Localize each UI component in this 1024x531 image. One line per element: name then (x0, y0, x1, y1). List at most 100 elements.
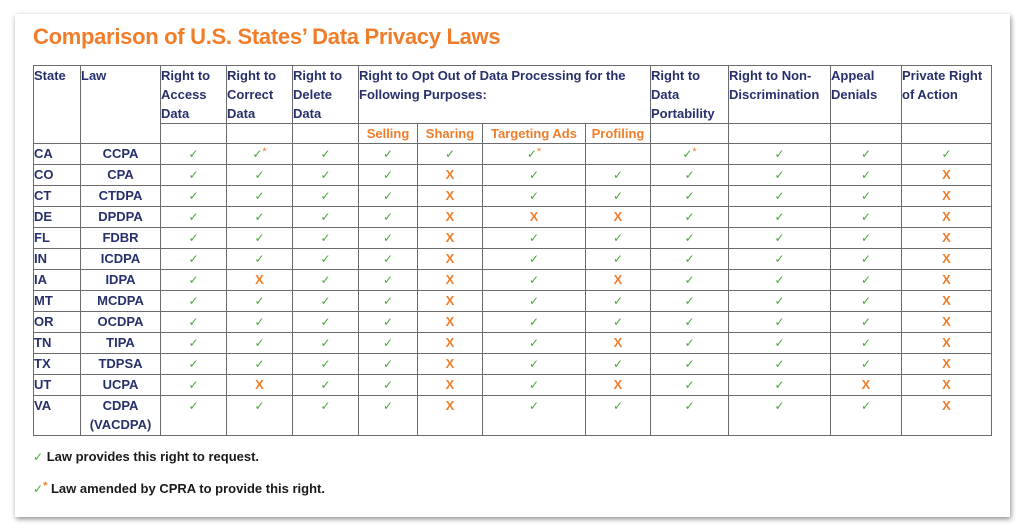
check-icon: ✓ (254, 315, 265, 329)
value-cell: X (901, 248, 993, 270)
check-icon: ✓ (382, 399, 394, 413)
check-icon: ✓ (382, 210, 394, 224)
check-icon: ✓ (188, 210, 199, 224)
value-cell: ✓ (226, 353, 293, 375)
state-cell: CO (33, 164, 81, 186)
value-cell: ✓ (292, 248, 359, 270)
check-icon: ✓ (254, 399, 265, 413)
check-icon: ✓ (320, 399, 331, 413)
check-icon: ✓ (684, 357, 695, 371)
value-cell: ✓ (830, 248, 903, 270)
value-cell: ✓ (584, 185, 652, 207)
value-cell: ✓ (292, 227, 359, 249)
value-cell: ✓ (830, 269, 903, 291)
value-cell: ✓ (830, 311, 903, 333)
x-icon: X (942, 251, 951, 266)
table-row: CO CPA ✓ ✓ ✓ ✓ X ✓ ✓ ✓ ✓ ✓ X (33, 164, 993, 186)
x-icon: X (942, 314, 951, 329)
value-cell: X (417, 395, 483, 436)
value-cell: ✓ (728, 269, 832, 291)
check-icon: ✓ (774, 252, 785, 266)
value-cell: ✓ (160, 332, 227, 354)
value-cell: ✓ (226, 164, 293, 186)
law-cell: UCPA (80, 374, 161, 396)
check-icon: ✓ (188, 252, 199, 266)
value-cell: ✓ (358, 353, 418, 375)
state-cell: FL (33, 227, 81, 249)
value-cell: X (901, 164, 993, 186)
check-icon: ✓ (320, 189, 331, 203)
x-icon: X (613, 209, 623, 224)
value-cell: X (226, 269, 293, 291)
law-cell: MCDPA (80, 290, 161, 312)
x-icon: X (942, 356, 951, 371)
value-cell: ✓ (650, 185, 730, 207)
check-icon: ✓ (860, 273, 872, 287)
check-icon: ✓ (774, 336, 785, 350)
header-delete: Right to Delete Data (292, 65, 359, 124)
check-icon: ✓ (774, 357, 785, 371)
check-icon: ✓ (382, 252, 394, 266)
value-cell: ✓ (728, 374, 832, 396)
check-icon: ✓ (254, 357, 265, 371)
law-cell: ICDPA (80, 248, 161, 270)
value-cell: ✓ (160, 185, 227, 207)
check-icon: ✓ (860, 399, 872, 413)
value-cell: ✓ (830, 206, 903, 228)
check-icon: ✓ (612, 294, 624, 308)
value-cell: ✓ (292, 374, 359, 396)
state-cell: TN (33, 332, 81, 354)
x-icon: X (942, 398, 951, 413)
state-cell: VA (33, 395, 81, 436)
header-portability: Right to Data Portability (650, 65, 730, 124)
check-icon: ✓ (526, 147, 537, 161)
legend-amended: ✓* Law amended by CPRA to provide this r… (33, 480, 325, 496)
value-cell: ✓ (358, 206, 418, 228)
x-icon: X (445, 335, 455, 350)
value-cell: ✓ (160, 206, 227, 228)
x-icon: X (613, 377, 623, 392)
value-cell: ✓ (358, 332, 418, 354)
check-icon: ✓ (684, 273, 695, 287)
law-cell: CPA (80, 164, 161, 186)
check-icon: ✓ (860, 252, 872, 266)
value-cell: ✓ (728, 395, 832, 436)
x-icon: X (255, 272, 264, 287)
value-cell: X (901, 374, 993, 396)
value-cell: X (901, 227, 993, 249)
value-cell: ✓ (482, 248, 586, 270)
law-cell: IDPA (80, 269, 161, 291)
header-correct: Right to Correct Data (226, 65, 293, 124)
x-icon: X (445, 356, 455, 371)
table-row: CA CCPA ✓ ✓* ✓ ✓ ✓ ✓* ✓* ✓ ✓ ✓ (33, 143, 993, 165)
x-icon: X (942, 272, 951, 287)
subheader-blank (830, 123, 903, 144)
check-icon: ✓ (682, 147, 693, 161)
value-cell: X (901, 269, 993, 291)
value-cell: X (584, 374, 652, 396)
x-icon: X (445, 398, 455, 413)
state-cell: CT (33, 185, 81, 207)
value-cell: ✓ (358, 311, 418, 333)
check-icon: ✓ (860, 315, 872, 329)
value-cell: ✓ (650, 311, 730, 333)
check-icon: ✓ (774, 210, 785, 224)
law-name: CDPA (102, 398, 139, 413)
value-cell: ✓ (226, 311, 293, 333)
value-cell: ✓ (358, 248, 418, 270)
check-icon: ✓ (774, 399, 785, 413)
check-icon: ✓ (774, 378, 785, 392)
value-cell: ✓ (226, 227, 293, 249)
subheader-blank (292, 123, 359, 144)
x-icon: X (445, 293, 455, 308)
check-icon: ✓ (382, 168, 394, 182)
value-cell: ✓ (292, 332, 359, 354)
value-cell: X (901, 395, 993, 436)
value-cell (584, 143, 652, 165)
check-icon: ✓ (612, 189, 624, 203)
value-cell: ✓ (728, 332, 832, 354)
x-icon: X (445, 230, 455, 245)
value-cell: ✓* (482, 143, 586, 165)
x-icon: X (942, 377, 951, 392)
value-cell: ✓ (226, 395, 293, 436)
